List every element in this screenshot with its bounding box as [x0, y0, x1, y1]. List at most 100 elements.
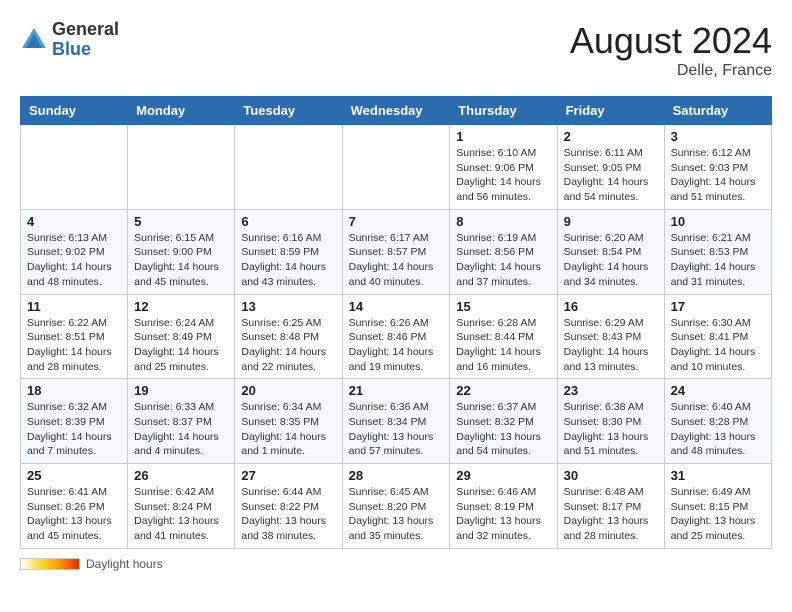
calendar-cell: 25Sunrise: 6:41 AM Sunset: 8:26 PM Dayli…	[21, 464, 128, 549]
logo-blue-text: Blue	[52, 40, 119, 60]
day-detail: Sunrise: 6:11 AM Sunset: 9:05 PM Dayligh…	[564, 146, 658, 205]
calendar-cell: 31 Sunrise: 6:49 AM Sunset: 8:15 PM Dayli…	[664, 464, 771, 549]
day-number: 17	[671, 299, 765, 314]
day-detail: Sunrise: 6:33 AM Sunset: 8:37 PM Dayligh…	[134, 400, 228, 459]
calendar-week-5: 25Sunrise: 6:41 AM Sunset: 8:26 PM Dayli…	[21, 464, 772, 549]
calendar-cell: 29 Sunrise: 6:46 AM Sunset: 8:19 PM Dayli…	[450, 464, 557, 549]
day-detail: Sunrise: 6:13 AM Sunset: 9:02 PM Dayligh…	[27, 231, 121, 290]
day-number: 27	[241, 468, 335, 483]
calendar-cell: 3 Sunrise: 6:12 AM Sunset: 9:03 PM Daylig…	[664, 125, 771, 210]
calendar-cell: 11Sunrise: 6:22 AM Sunset: 8:51 PM Dayli…	[21, 294, 128, 379]
calendar-cell: 15 Sunrise: 6:28 AM Sunset: 8:44 PM Dayli…	[450, 294, 557, 379]
logo: General Blue	[20, 20, 119, 60]
calendar-cell: 14Sunrise: 6:26 AM Sunset: 8:46 PM Dayli…	[342, 294, 450, 379]
day-number: 3	[671, 129, 765, 144]
day-number: 1	[456, 129, 550, 144]
day-number: 21	[349, 383, 444, 398]
day-detail: Sunrise: 6:12 AM Sunset: 9:03 PM Dayligh…	[671, 146, 765, 205]
day-number: 16	[564, 299, 658, 314]
calendar-cell: 8Sunrise: 6:19 AM Sunset: 8:56 PM Daylig…	[450, 209, 557, 294]
day-number: 26	[134, 468, 228, 483]
day-detail: Sunrise: 6:24 AM Sunset: 8:49 PM Dayligh…	[134, 316, 228, 375]
day-number: 19	[134, 383, 228, 398]
calendar-cell: 7 Sunrise: 6:17 AM Sunset: 8:57 PM Daylig…	[342, 209, 450, 294]
day-detail: Sunrise: 6:22 AM Sunset: 8:51 PM Dayligh…	[27, 316, 121, 375]
calendar-week-4: 18 Sunrise: 6:32 AM Sunset: 8:39 PM Dayli…	[21, 379, 772, 464]
calendar-cell: 17Sunrise: 6:30 AM Sunset: 8:41 PM Dayli…	[664, 294, 771, 379]
day-number: 5	[134, 214, 228, 229]
col-wednesday: Wednesday	[342, 97, 450, 125]
calendar-cell: 5Sunrise: 6:15 AM Sunset: 9:00 PM Daylig…	[128, 209, 235, 294]
calendar-cell: 4Sunrise: 6:13 AM Sunset: 9:02 PM Daylig…	[21, 209, 128, 294]
calendar-header-row: Sunday Monday Tuesday Wednesday Thursday…	[21, 97, 772, 125]
day-number: 29	[456, 468, 550, 483]
day-detail: Sunrise: 6:34 AM Sunset: 8:35 PM Dayligh…	[241, 400, 335, 459]
calendar-cell: 30Sunrise: 6:48 AM Sunset: 8:17 PM Dayli…	[557, 464, 664, 549]
footer: Daylight hours	[20, 557, 772, 571]
day-number: 6	[241, 214, 335, 229]
day-detail: Sunrise: 6:20 AM Sunset: 8:54 PM Dayligh…	[564, 231, 658, 290]
day-detail: Sunrise: 6:25 AM Sunset: 8:48 PM Dayligh…	[241, 316, 335, 375]
calendar-table: Sunday Monday Tuesday Wednesday Thursday…	[20, 96, 772, 549]
day-number: 20	[241, 383, 335, 398]
logo-icon	[20, 26, 48, 54]
col-thursday: Thursday	[450, 97, 557, 125]
day-number: 24	[671, 383, 765, 398]
calendar-cell: 28Sunrise: 6:45 AM Sunset: 8:20 PM Dayli…	[342, 464, 450, 549]
calendar-cell: 9 Sunrise: 6:20 AM Sunset: 8:54 PM Daylig…	[557, 209, 664, 294]
calendar-cell: 1 Sunrise: 6:10 AM Sunset: 9:06 PM Daylig…	[450, 125, 557, 210]
day-detail: Sunrise: 6:32 AM Sunset: 8:39 PM Dayligh…	[27, 400, 121, 459]
calendar-cell	[235, 125, 342, 210]
calendar-cell: 16Sunrise: 6:29 AM Sunset: 8:43 PM Dayli…	[557, 294, 664, 379]
calendar-cell	[128, 125, 235, 210]
day-detail: Sunrise: 6:49 AM Sunset: 8:15 PM Dayligh…	[671, 485, 765, 544]
col-tuesday: Tuesday	[235, 97, 342, 125]
day-number: 13	[241, 299, 335, 314]
day-number: 15	[456, 299, 550, 314]
day-detail: Sunrise: 6:16 AM Sunset: 8:59 PM Dayligh…	[241, 231, 335, 290]
day-detail: Sunrise: 6:42 AM Sunset: 8:24 PM Dayligh…	[134, 485, 228, 544]
day-detail: Sunrise: 6:40 AM Sunset: 8:28 PM Dayligh…	[671, 400, 765, 459]
day-number: 10	[671, 214, 765, 229]
day-number: 2	[564, 129, 658, 144]
calendar-cell: 12 Sunrise: 6:24 AM Sunset: 8:49 PM Dayli…	[128, 294, 235, 379]
daylight-bar	[20, 558, 80, 570]
calendar-cell: 2 Sunrise: 6:11 AM Sunset: 9:05 PM Daylig…	[557, 125, 664, 210]
calendar-cell: 10 Sunrise: 6:21 AM Sunset: 8:53 PM Dayli…	[664, 209, 771, 294]
day-number: 9	[564, 214, 658, 229]
page-header: General Blue August 2024 Delle, France	[20, 20, 772, 80]
calendar-cell: 20 Sunrise: 6:34 AM Sunset: 8:35 PM Dayli…	[235, 379, 342, 464]
calendar-cell: 13 Sunrise: 6:25 AM Sunset: 8:48 PM Dayli…	[235, 294, 342, 379]
logo-text: General Blue	[52, 20, 119, 60]
day-detail: Sunrise: 6:17 AM Sunset: 8:57 PM Dayligh…	[349, 231, 444, 290]
day-detail: Sunrise: 6:21 AM Sunset: 8:53 PM Dayligh…	[671, 231, 765, 290]
day-detail: Sunrise: 6:48 AM Sunset: 8:17 PM Dayligh…	[564, 485, 658, 544]
calendar-cell: 23Sunrise: 6:38 AM Sunset: 8:30 PM Dayli…	[557, 379, 664, 464]
calendar-cell: 22 Sunrise: 6:37 AM Sunset: 8:32 PM Dayli…	[450, 379, 557, 464]
col-monday: Monday	[128, 97, 235, 125]
logo-general-text: General	[52, 20, 119, 40]
calendar-cell: 27Sunrise: 6:44 AM Sunset: 8:22 PM Dayli…	[235, 464, 342, 549]
day-detail: Sunrise: 6:10 AM Sunset: 9:06 PM Dayligh…	[456, 146, 550, 205]
day-number: 25	[27, 468, 121, 483]
calendar-cell: 21Sunrise: 6:36 AM Sunset: 8:34 PM Dayli…	[342, 379, 450, 464]
calendar-cell: 24 Sunrise: 6:40 AM Sunset: 8:28 PM Dayli…	[664, 379, 771, 464]
day-number: 7	[349, 214, 444, 229]
day-number: 18	[27, 383, 121, 398]
title-block: August 2024 Delle, France	[570, 20, 772, 80]
location: Delle, France	[570, 62, 772, 80]
day-detail: Sunrise: 6:46 AM Sunset: 8:19 PM Dayligh…	[456, 485, 550, 544]
day-number: 14	[349, 299, 444, 314]
calendar-cell: 19 Sunrise: 6:33 AM Sunset: 8:37 PM Dayli…	[128, 379, 235, 464]
month-title: August 2024	[570, 20, 772, 62]
col-saturday: Saturday	[664, 97, 771, 125]
day-number: 23	[564, 383, 658, 398]
day-number: 12	[134, 299, 228, 314]
calendar-cell: 6 Sunrise: 6:16 AM Sunset: 8:59 PM Daylig…	[235, 209, 342, 294]
day-detail: Sunrise: 6:28 AM Sunset: 8:44 PM Dayligh…	[456, 316, 550, 375]
footer-label: Daylight hours	[86, 557, 163, 571]
day-number: 22	[456, 383, 550, 398]
day-number: 8	[456, 214, 550, 229]
day-number: 31	[671, 468, 765, 483]
day-detail: Sunrise: 6:37 AM Sunset: 8:32 PM Dayligh…	[456, 400, 550, 459]
